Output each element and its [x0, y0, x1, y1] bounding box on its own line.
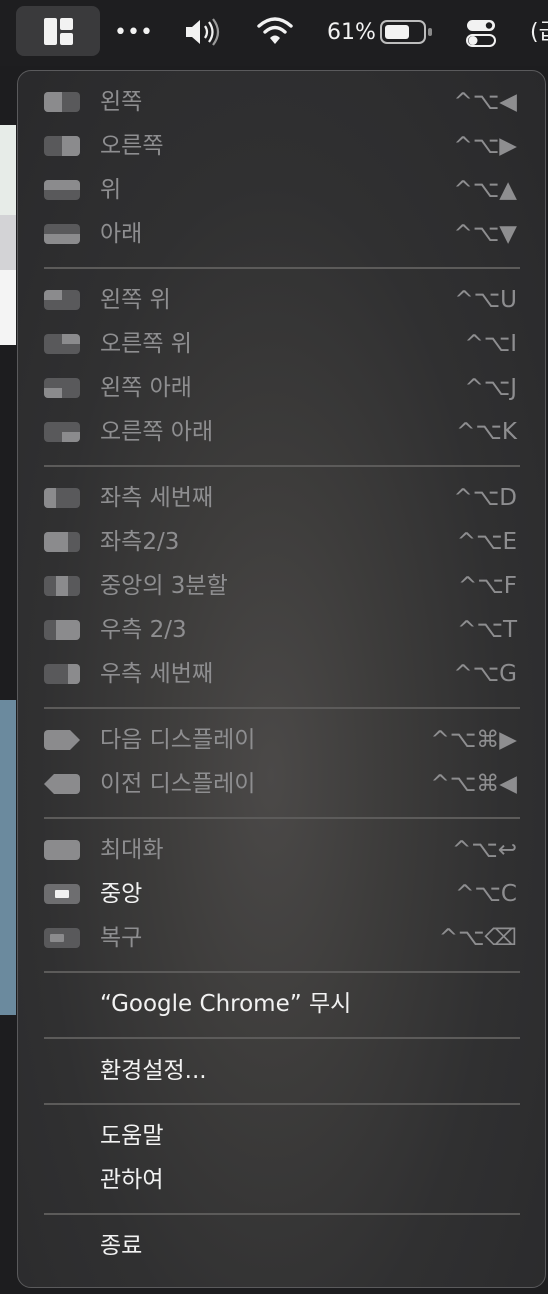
- menu-item-right-two-thirds[interactable]: 우측 2/3 ^⌥T: [18, 608, 545, 652]
- left-half-icon: [44, 92, 80, 112]
- bottom-right-icon: [44, 422, 80, 442]
- volume-icon[interactable]: [184, 16, 224, 52]
- menu-item-center-third[interactable]: 중앙의 3분할 ^⌥F: [18, 564, 545, 608]
- bottom-left-icon: [44, 378, 80, 398]
- rectangle-app-icon[interactable]: [16, 6, 100, 56]
- menu-item-ignore-app[interactable]: “Google Chrome” 무시: [18, 982, 545, 1026]
- menu-item-maximize[interactable]: 최대화 ^⌥↩: [18, 828, 545, 872]
- background-window: [0, 270, 16, 345]
- battery-percentage[interactable]: 61%: [327, 0, 376, 66]
- more-icon[interactable]: •••: [114, 0, 153, 66]
- menu-item-top-left[interactable]: 왼쪽 위 ^⌥U: [18, 278, 545, 322]
- right-third-icon: [44, 664, 80, 684]
- menu-item-right-half[interactable]: 오른쪽 ^⌥▶: [18, 124, 545, 168]
- menu-item-left-third[interactable]: 좌측 세번째 ^⌥D: [18, 476, 545, 520]
- menu-item-about[interactable]: 관하여: [18, 1158, 545, 1202]
- menu-item-preferences[interactable]: 환경설정...: [18, 1049, 545, 1093]
- menu-item-bottom-left[interactable]: 왼쪽 아래 ^⌥J: [18, 366, 545, 410]
- menu-item-next-display[interactable]: 다음 디스플레이 ^⌥⌘▶: [18, 718, 545, 762]
- background-window: [0, 125, 16, 215]
- rectangle-dropdown-menu: 왼쪽 ^⌥◀ 오른쪽 ^⌥▶ 위 ^⌥▲ 아래 ^⌥▼ 왼쪽 위 ^⌥U 오른쪽…: [17, 70, 546, 1288]
- background-window: [0, 215, 16, 270]
- top-half-icon: [44, 180, 80, 200]
- maximize-icon: [44, 840, 80, 860]
- menu-item-bottom-half[interactable]: 아래 ^⌥▼: [18, 212, 545, 256]
- top-right-icon: [44, 334, 80, 354]
- menu-separator: [44, 971, 520, 973]
- menu-item-center[interactable]: 중앙 ^⌥C: [18, 872, 545, 916]
- bottom-half-icon: [44, 224, 80, 244]
- menubar-clipped-text[interactable]: (급: [530, 0, 548, 66]
- window-layout-icon: [44, 18, 73, 45]
- menu-separator: [44, 1037, 520, 1039]
- center-icon: [44, 884, 80, 904]
- menu-item-left-two-thirds[interactable]: 좌측2/3 ^⌥E: [18, 520, 545, 564]
- left-two-thirds-icon: [44, 532, 80, 552]
- left-third-icon: [44, 488, 80, 508]
- menu-item-right-third[interactable]: 우측 세번째 ^⌥G: [18, 652, 545, 696]
- menu-item-bottom-right[interactable]: 오른쪽 아래 ^⌥K: [18, 410, 545, 454]
- menu-separator: [44, 817, 520, 819]
- top-left-icon: [44, 290, 80, 310]
- wifi-icon[interactable]: [257, 16, 293, 50]
- right-two-thirds-icon: [44, 620, 80, 640]
- menu-item-left-half[interactable]: 왼쪽 ^⌥◀: [18, 80, 545, 124]
- restore-icon: [44, 928, 80, 948]
- menu-item-quit[interactable]: 종료: [18, 1224, 545, 1268]
- background-image: [0, 700, 16, 1015]
- right-half-icon: [44, 136, 80, 156]
- menu-separator: [44, 1103, 520, 1105]
- menu-item-top-half[interactable]: 위 ^⌥▲: [18, 168, 545, 212]
- menu-separator: [44, 267, 520, 269]
- menu-separator: [44, 707, 520, 709]
- menu-separator: [44, 1213, 520, 1215]
- menu-item-previous-display[interactable]: 이전 디스플레이 ^⌥⌘◀: [18, 762, 545, 806]
- previous-display-icon: [44, 774, 80, 794]
- menu-bar: ••• 61% (급: [0, 0, 548, 66]
- menu-item-restore[interactable]: 복구 ^⌥⌫: [18, 916, 545, 960]
- battery-icon[interactable]: [380, 20, 434, 50]
- menu-item-top-right[interactable]: 오른쪽 위 ^⌥I: [18, 322, 545, 366]
- next-display-icon: [44, 730, 80, 750]
- menu-item-help[interactable]: 도움말: [18, 1114, 545, 1158]
- menu-separator: [44, 465, 520, 467]
- center-third-icon: [44, 576, 80, 596]
- control-center-icon[interactable]: [466, 17, 498, 53]
